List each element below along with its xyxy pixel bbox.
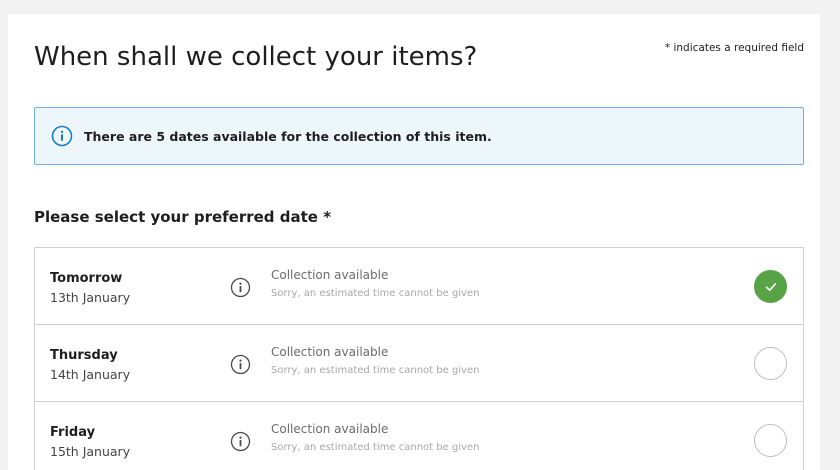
page-title: When shall we collect your items?: [34, 42, 478, 72]
date-radio[interactable]: [754, 347, 787, 380]
date-option-day: Friday: [50, 425, 96, 440]
date-option-thursday[interactable]: Thursday 14th January Collection availab…: [35, 325, 803, 402]
date-radio-selected[interactable]: [754, 270, 787, 303]
collection-status: Collection available: [271, 268, 389, 282]
date-option-date: 13th January: [50, 290, 131, 305]
collection-time-note: Sorry, an estimated time cannot be given: [271, 288, 480, 299]
date-option-friday[interactable]: Friday 15th January Collection available…: [35, 402, 803, 470]
collection-status: Collection available: [271, 345, 389, 359]
date-section-label: Please select your preferred date *: [34, 208, 332, 226]
date-option-date: 15th January: [50, 444, 131, 459]
info-icon: [51, 125, 73, 147]
info-banner-text: There are 5 dates available for the coll…: [84, 128, 492, 144]
date-radio[interactable]: [754, 424, 787, 457]
date-option-day: Thursday: [50, 348, 118, 363]
collection-status: Collection available: [271, 422, 389, 436]
collection-time-note: Sorry, an estimated time cannot be given: [271, 365, 480, 376]
collection-date-card: When shall we collect your items? * indi…: [8, 14, 820, 470]
date-option-day: Tomorrow: [50, 271, 123, 286]
info-icon[interactable]: [230, 277, 251, 298]
check-icon: [765, 282, 776, 291]
info-icon[interactable]: [230, 354, 251, 375]
required-field-note: * indicates a required field: [664, 42, 804, 54]
info-icon[interactable]: [230, 431, 251, 452]
date-option-tomorrow[interactable]: Tomorrow 13th January Collection availab…: [35, 248, 803, 325]
date-option-list: Tomorrow 13th January Collection availab…: [34, 247, 804, 470]
date-option-date: 14th January: [50, 367, 131, 382]
collection-time-note: Sorry, an estimated time cannot be given: [271, 442, 480, 453]
info-banner: There are 5 dates available for the coll…: [34, 107, 804, 165]
